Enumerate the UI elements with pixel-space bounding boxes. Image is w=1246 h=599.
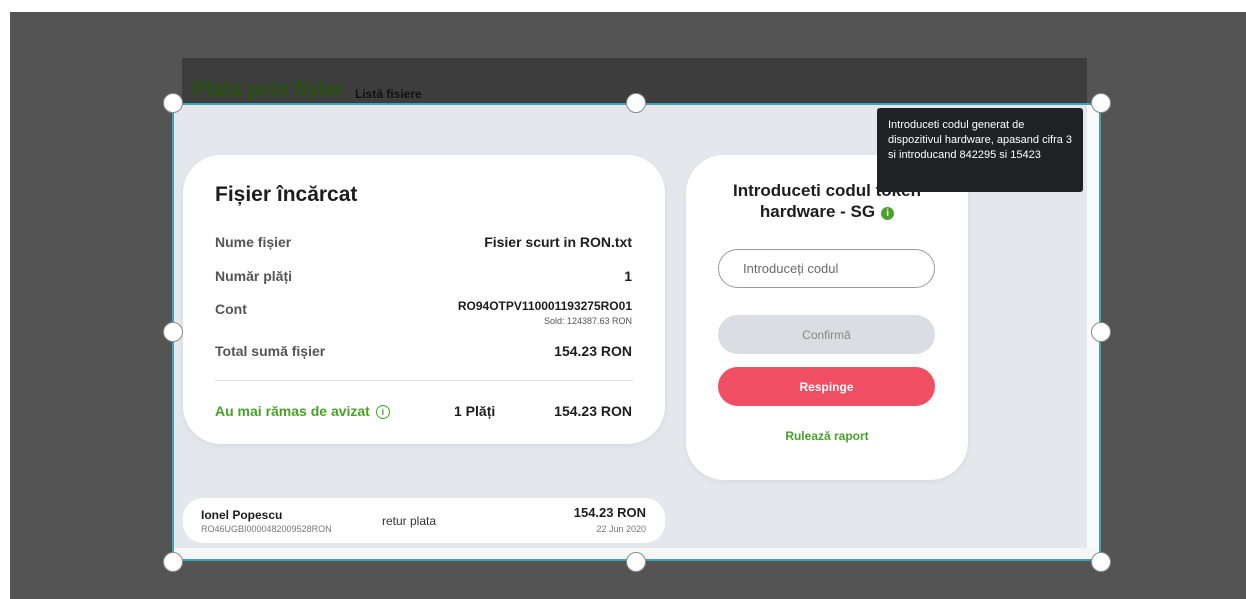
remaining-count: 1 Plăți [454,403,496,419]
transaction-date: 22 Jun 2020 [596,524,646,534]
resize-handle-top[interactable] [626,93,646,113]
token-title-line2-wrap: hardware - SG i [686,201,968,222]
remaining-amount: 154.23 RON [554,403,632,419]
resize-handle-right[interactable] [1091,322,1111,342]
token-title-line2: hardware - SG [759,202,876,221]
info-icon[interactable]: i [375,405,390,419]
file-total-label: Total sumă fișier [215,343,326,359]
file-name-value: Fisier scurt in RON.txt [484,234,632,250]
resize-handle-top-left[interactable] [163,93,183,113]
remaining-label: Au mai rămas de avizat [215,403,370,419]
resize-handle-bottom-left[interactable] [163,552,183,572]
reject-button[interactable]: Respinge [718,367,935,406]
resize-handle-bottom[interactable] [626,552,646,572]
token-info-tooltip: Introduceti codul generat de dispozitivu… [877,108,1083,192]
divider [215,380,633,381]
transaction-amount: 154.23 RON [573,505,646,520]
run-report-link[interactable]: Rulează raport [686,429,968,443]
info-icon[interactable]: i [881,207,895,220]
resize-handle-left[interactable] [163,322,183,342]
account-value: RO94OTPV110001193275RO01 [457,299,632,313]
file-card-title: Fișier încărcat [215,183,358,206]
token-code-input[interactable] [718,249,935,288]
remaining-to-approve: Au mai rămas de avizat i [215,403,390,419]
transaction-description: retur plata [382,514,437,528]
account-balance: Sold: 124387.63 RON [543,316,632,326]
resize-handle-top-right[interactable] [1091,93,1111,113]
beneficiary-iban: RO46UGBI0000482009528RON [201,524,332,534]
confirm-button[interactable]: Confirmă [718,315,935,354]
file-name-label: Nume fișier [215,234,292,250]
file-total-value: 154.23 RON [554,343,632,359]
page-title: Plata prin fișier [192,78,344,101]
account-label: Cont [215,301,247,317]
file-list-link[interactable]: Listă fisiere [355,87,422,101]
payment-count-value: 1 [624,268,632,284]
payment-count-label: Număr plăți [215,268,293,284]
resize-handle-bottom-right[interactable] [1091,552,1111,572]
beneficiary-name: Ionel Popescu [201,508,283,522]
